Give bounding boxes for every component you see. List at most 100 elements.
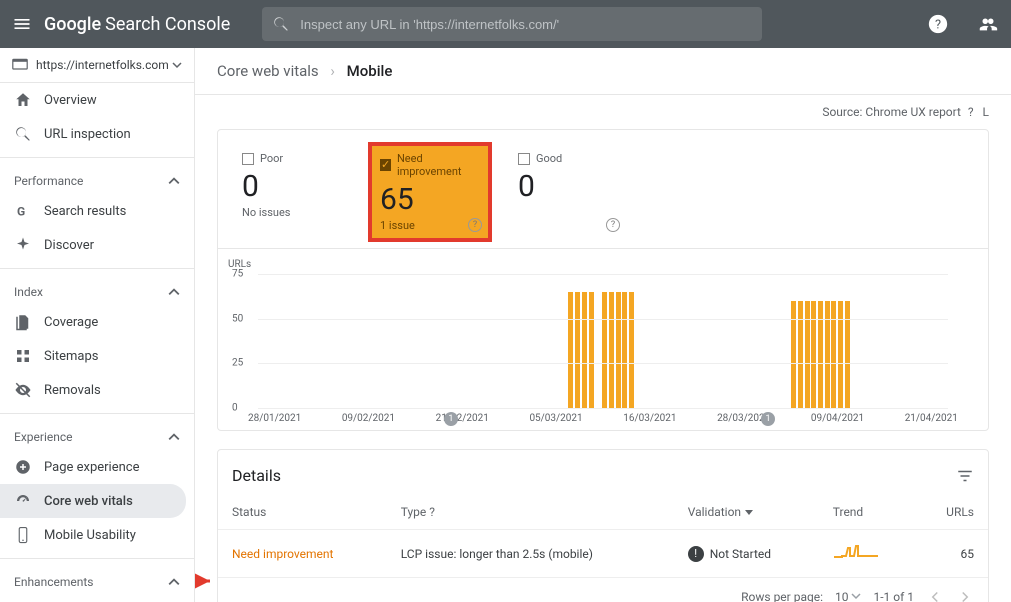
col-validation[interactable]: Validation xyxy=(674,495,819,530)
col-type[interactable]: Type ? xyxy=(387,495,674,530)
search-icon xyxy=(272,15,290,33)
chevron-up-icon xyxy=(168,175,180,187)
removals-icon xyxy=(14,381,32,399)
sidebar-group-enhancements[interactable]: Enhancements xyxy=(0,565,194,595)
pager-rows-select[interactable]: 10 xyxy=(835,590,861,602)
sparkle-icon xyxy=(14,236,32,254)
help-icon[interactable]: ? xyxy=(927,13,949,35)
url-inspect-input[interactable] xyxy=(300,17,752,32)
breadcrumb-root[interactable]: Core web vitals xyxy=(217,62,319,80)
product-logo: Google Search Console xyxy=(44,14,230,35)
chevron-down-icon xyxy=(851,591,861,601)
annotation-arrow-icon xyxy=(195,566,218,596)
breadcrumb-bar: Core web vitals › Mobile xyxy=(195,48,1011,95)
help-icon[interactable]: ? xyxy=(429,505,435,519)
url-inspect-search[interactable] xyxy=(262,7,762,41)
pager: Rows per page: 10 1-1 of 1 xyxy=(218,578,988,602)
circle-plus-icon xyxy=(14,458,32,476)
breadcrumb: Core web vitals › Mobile xyxy=(217,62,392,80)
sidebar-group-index[interactable]: Index xyxy=(0,275,194,305)
sort-desc-icon xyxy=(744,506,754,516)
page-next-icon[interactable] xyxy=(956,588,974,602)
sidebar-item-search-results[interactable]: GSearch results xyxy=(0,194,186,228)
sidebar-item-mobile-usability[interactable]: Mobile Usability xyxy=(0,518,186,552)
score-value: 65 xyxy=(380,182,480,217)
site-icon xyxy=(12,58,28,72)
sidebar-item-coverage[interactable]: Coverage xyxy=(0,305,186,339)
breadcrumb-current: Mobile xyxy=(347,62,393,80)
col-status[interactable]: Status xyxy=(218,495,387,530)
score-value: 0 xyxy=(518,169,618,204)
logo-google: Google xyxy=(44,14,101,35)
sidebar-item-page-experience[interactable]: Page experience xyxy=(0,450,186,484)
help-icon[interactable]: ? xyxy=(968,105,974,119)
col-urls[interactable]: URLs xyxy=(915,495,988,530)
score-good[interactable]: Good 0 ? xyxy=(508,144,628,240)
checkbox-checked-icon[interactable] xyxy=(380,159,391,171)
sidebar: https://internetfolks.com Overview URL i… xyxy=(0,48,195,602)
chevron-up-icon xyxy=(168,286,180,298)
g-icon: G xyxy=(14,202,32,220)
pages-icon xyxy=(14,313,32,331)
col-trend[interactable]: Trend xyxy=(819,495,915,530)
details-title: Details xyxy=(232,466,281,485)
home-icon xyxy=(14,91,32,109)
chevron-right-icon: › xyxy=(330,62,335,80)
source-line: Source: Chrome UX report ? L xyxy=(195,95,1011,129)
details-card: Details Status Type ? Validation Trend U… xyxy=(217,449,989,602)
svg-text:?: ? xyxy=(935,18,941,33)
sidebar-item-label: URL inspection xyxy=(44,127,131,142)
details-table: Status Type ? Validation Trend URLs Need… xyxy=(218,495,988,578)
sidebar-group-performance[interactable]: Performance xyxy=(0,164,194,194)
cell-urls: 65 xyxy=(915,530,988,578)
sidebar-item-core-web-vitals[interactable]: Core web vitals xyxy=(0,484,186,518)
urls-chart: URLs 28/01/202109/02/202121/02/202105/03… xyxy=(218,249,988,430)
site-selector[interactable]: https://internetfolks.com xyxy=(0,48,194,83)
table-row[interactable]: Need improvement LCP issue: longer than … xyxy=(218,530,988,578)
sidebar-item-sitemaps[interactable]: Sitemaps xyxy=(0,339,186,373)
magnifier-icon xyxy=(14,125,32,143)
svg-text:G: G xyxy=(17,205,25,219)
pager-range: 1-1 of 1 xyxy=(873,590,914,602)
top-bar: Google Search Console ? xyxy=(0,0,1011,48)
chevron-up-icon xyxy=(168,576,180,588)
score-sub: 1 issue xyxy=(380,219,480,232)
phone-icon xyxy=(14,526,32,544)
cell-trend xyxy=(819,530,915,578)
cell-type: LCP issue: longer than 2.5s (mobile) xyxy=(387,530,674,578)
cell-validation: !Not Started xyxy=(674,530,819,578)
sidebar-item-overview[interactable]: Overview xyxy=(0,83,186,117)
info-dot-icon: ! xyxy=(688,546,704,562)
site-url: https://internetfolks.com xyxy=(36,58,172,72)
people-icon[interactable] xyxy=(977,13,999,35)
sitemap-icon xyxy=(14,347,32,365)
sidebar-item-label: Overview xyxy=(44,93,97,108)
summary-card: Poor 0 No issues Need improvement 65 1 i… xyxy=(217,129,989,431)
checkbox-icon[interactable] xyxy=(242,153,254,165)
sidebar-item-url-inspection[interactable]: URL inspection xyxy=(0,117,186,151)
score-value: 0 xyxy=(242,169,342,204)
sparkline-icon xyxy=(833,544,879,560)
score-sub: No issues xyxy=(242,206,342,219)
sidebar-group-experience[interactable]: Experience xyxy=(0,420,194,450)
score-need-improvement[interactable]: Need improvement 65 1 issue ? xyxy=(370,144,490,240)
score-poor[interactable]: Poor 0 No issues xyxy=(232,144,352,240)
filter-icon[interactable] xyxy=(956,467,974,485)
sidebar-item-removals[interactable]: Removals xyxy=(0,373,186,407)
scoreboard: Poor 0 No issues Need improvement 65 1 i… xyxy=(218,130,988,249)
chevron-up-icon xyxy=(168,431,180,443)
sidebar-item-faq[interactable]: FAQ xyxy=(0,595,186,602)
hamburger-icon[interactable] xyxy=(12,14,32,34)
main: Core web vitals › Mobile Source: Chrome … xyxy=(195,48,1011,602)
cell-status: Need improvement xyxy=(218,530,387,578)
sidebar-item-discover[interactable]: Discover xyxy=(0,228,186,262)
chevron-down-icon xyxy=(172,60,182,70)
speed-icon xyxy=(14,492,32,510)
logo-product: Search Console xyxy=(105,14,230,35)
pager-label: Rows per page: xyxy=(741,590,823,602)
page-prev-icon[interactable] xyxy=(926,588,944,602)
chart-title: URLs xyxy=(228,259,978,270)
help-icon[interactable]: ? xyxy=(606,218,620,232)
checkbox-icon[interactable] xyxy=(518,153,530,165)
help-icon[interactable]: ? xyxy=(468,218,482,232)
